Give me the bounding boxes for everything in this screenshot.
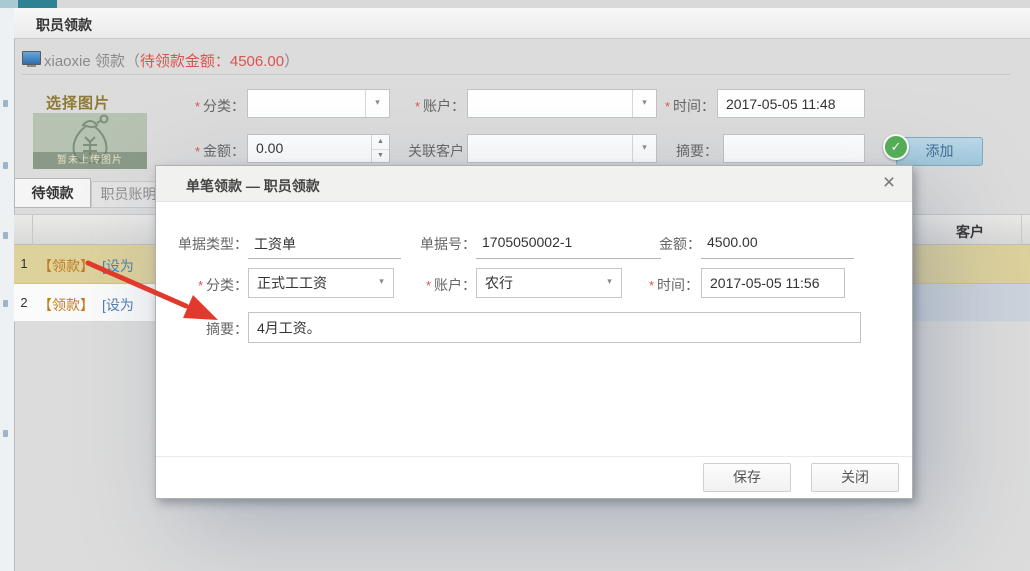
amount-value: 0.00 xyxy=(256,135,283,162)
row-number: 1 xyxy=(16,256,32,271)
category-label: *分类： xyxy=(175,96,245,116)
related-customer-label: 关联客户 xyxy=(396,141,464,161)
close-icon[interactable]: × xyxy=(878,171,900,195)
set-as-link[interactable]: [设为 xyxy=(102,295,134,315)
footer-divider xyxy=(156,456,912,457)
doc-type-value: 工资单 xyxy=(254,234,296,254)
amount-stepper[interactable]: 0.00 ▲ ▼ xyxy=(247,134,390,163)
account-dropdown[interactable]: 农行 ▾ xyxy=(476,268,622,298)
time-input[interactable] xyxy=(701,268,845,298)
check-circle-icon: ✓ xyxy=(883,134,909,160)
computer-icon xyxy=(22,51,41,65)
amount-label: *金额： xyxy=(175,141,245,161)
choose-image-button[interactable]: 选择图片 xyxy=(46,92,110,113)
stepper-buttons: ▲ ▼ xyxy=(371,135,389,162)
field-underline xyxy=(248,258,401,259)
tab-pending-payments[interactable]: 待领款 xyxy=(14,178,91,208)
single-payment-dialog: 单笔领款 — 职员领款 × 单据类型： 工资单 单据号： 1705050002-… xyxy=(155,165,913,499)
account-label: *账户： xyxy=(394,275,476,295)
summary-input[interactable] xyxy=(248,312,861,343)
panel-titlebar xyxy=(14,8,1030,39)
background-window-edge xyxy=(0,0,15,571)
summary-input[interactable] xyxy=(723,134,865,163)
close-button[interactable]: 关闭 xyxy=(811,463,899,492)
column-divider xyxy=(32,214,33,245)
time-label: *时间： xyxy=(619,275,699,295)
related-customer-dropdown[interactable]: ▾ xyxy=(467,134,657,163)
category-dropdown[interactable]: 正式工工资 ▾ xyxy=(248,268,394,298)
summary-label: 摘要： xyxy=(166,319,248,339)
amount-label: 金额： xyxy=(621,234,701,254)
chevron-down-icon: ▾ xyxy=(632,135,656,162)
receive-payment-link[interactable]: 【领款】 xyxy=(38,256,94,276)
category-label: *分类： xyxy=(166,275,248,295)
add-button[interactable]: 添加 xyxy=(896,137,983,166)
computer-icon-base xyxy=(27,65,36,67)
panel-title: 职员领款 xyxy=(36,15,92,35)
summary-label: 摘要： xyxy=(658,141,718,161)
background-tab-fragment xyxy=(0,0,18,8)
spin-down-icon[interactable]: ▼ xyxy=(372,149,389,163)
set-as-link[interactable]: [设为 xyxy=(102,256,134,276)
app-screen: 职员领款 xiaoxie 领款（待领款金额：4506.00） 选择图片 暂未上传… xyxy=(0,0,1030,571)
category-dropdown[interactable]: ▾ xyxy=(247,89,390,118)
account-label: *账户： xyxy=(393,96,465,116)
background-tab-fragment-teal xyxy=(18,0,57,8)
summary-prefix: xiaoxie 领款（ xyxy=(44,53,140,70)
customer-column-header: 客户 xyxy=(930,222,1010,242)
amount-value: 4500.00 xyxy=(707,234,758,250)
image-upload-placeholder[interactable]: 暂未上传图片 xyxy=(33,113,147,169)
save-button[interactable]: 保存 xyxy=(703,463,791,492)
field-underline xyxy=(701,258,854,259)
summary-suffix: ） xyxy=(284,53,299,70)
account-dropdown[interactable]: ▾ xyxy=(467,89,657,118)
doc-type-label: 单据类型： xyxy=(166,234,248,254)
category-value: 正式工工资 xyxy=(257,269,327,297)
doc-no-label: 单据号： xyxy=(394,234,476,254)
field-underline xyxy=(476,258,661,259)
chevron-down-icon: ▾ xyxy=(598,269,621,297)
chevron-down-icon: ▾ xyxy=(365,90,389,117)
pending-amount-summary: xiaoxie 领款（待领款金额：4506.00） xyxy=(44,50,299,71)
spin-up-icon[interactable]: ▲ xyxy=(372,135,389,150)
account-value: 农行 xyxy=(485,269,513,297)
summary-pending-amount: 待领款金额：4506.00 xyxy=(140,53,284,70)
summary-divider xyxy=(22,74,1010,75)
receive-payment-link[interactable]: 【领款】 xyxy=(38,295,94,315)
dialog-title: 单笔领款 — 职员领款 xyxy=(186,176,320,196)
time-input[interactable] xyxy=(717,89,865,118)
row-number: 2 xyxy=(16,295,32,310)
time-label: *时间： xyxy=(648,96,715,116)
doc-no-value: 1705050002-1 xyxy=(482,234,572,250)
no-image-text: 暂未上传图片 xyxy=(33,152,147,169)
chevron-down-icon: ▾ xyxy=(370,269,393,297)
